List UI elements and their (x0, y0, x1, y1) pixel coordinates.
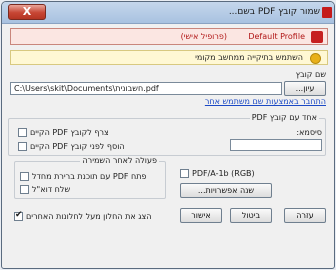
profile-name: Default Profile (248, 32, 305, 41)
login-other-user-link[interactable]: התחבר באמצעות שם משתמש אחר (205, 97, 326, 106)
close-button[interactable]: X (8, 4, 46, 20)
save-pdf-dialog: שמור קובץ PDF בשם... X Default Profile (… (1, 1, 335, 269)
pdf-app-icon (322, 7, 332, 18)
append-label: צרף לקובץ PDF הקיים (30, 128, 109, 137)
profile-pdf-icon (311, 31, 323, 43)
prepend-checkbox[interactable] (18, 142, 27, 151)
profile-tag: (פרופיל אישי) (180, 32, 227, 41)
email-checkbox[interactable] (20, 185, 29, 194)
open-after-save-checkbox[interactable] (20, 172, 29, 181)
after-save-title: פעולה לאחר השמירה (80, 156, 159, 165)
warning-icon (310, 53, 321, 64)
profile-banner: Default Profile (פרופיל אישי) (10, 28, 328, 45)
keep-on-top-label: הצג את החלון מעל לחלונות האחרים (26, 212, 152, 221)
pdfa-checkbox[interactable] (180, 169, 189, 178)
window-title: שמור קובץ PDF בשם... (228, 7, 320, 17)
pdfa-label: PDF/A-1b (RGB) (192, 169, 255, 178)
title-bar: שמור קובץ PDF בשם... X (2, 2, 334, 24)
password-field[interactable] (230, 139, 322, 151)
browse-button[interactable]: עיון... (284, 81, 326, 96)
append-checkbox[interactable] (18, 128, 27, 137)
change-options-button[interactable]: שנה אפשרויות... (180, 183, 272, 198)
local-folder-notice: השתמש בתיקייה ממחשב מקומי (10, 50, 328, 65)
merge-group-title: אחד עם קובץ PDF (249, 113, 319, 122)
prepend-label: הוסף לפני קובץ PDF הקיים (30, 142, 125, 151)
keep-on-top-checkbox[interactable] (14, 210, 23, 221)
cancel-button[interactable]: ביטול (230, 208, 272, 223)
email-label: שלח דוא"ל (32, 185, 71, 194)
help-button[interactable]: עזרה (284, 208, 326, 223)
filename-field[interactable]: C:\Users\skit\Documents\חשבונית.pdf (10, 82, 282, 95)
ok-button[interactable]: אישור (180, 208, 222, 223)
filename-label: שם קובץ (295, 70, 326, 79)
open-after-save-label: פתח PDF עם תוכנת ברירת מחדל (32, 172, 147, 181)
password-label: סיסמא: (296, 128, 322, 137)
notice-text: השתמש בתיקייה ממחשב מקומי (195, 53, 303, 62)
